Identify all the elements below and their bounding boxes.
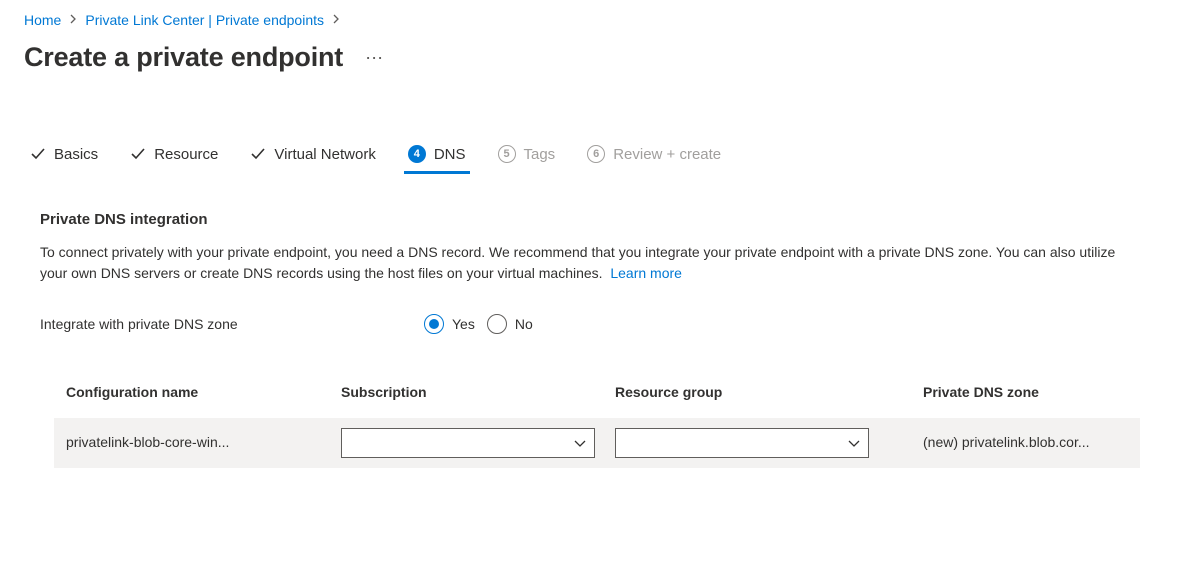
check-icon [250,146,266,162]
col-resource-group: Resource group [603,374,911,418]
table-row: privatelink-blob-core-win... [54,418,1140,468]
subscription-select[interactable] [341,428,595,458]
check-icon [30,146,46,162]
tab-label: Tags [524,146,556,163]
col-private-dns-zone: Private DNS zone [911,374,1140,418]
integrate-dns-label: Integrate with private DNS zone [40,316,400,332]
dns-config-table: Configuration name Subscription Resource… [54,374,1140,468]
step-number-icon: 5 [498,145,516,163]
col-configuration-name: Configuration name [54,374,329,418]
breadcrumb: Home Private Link Center | Private endpo… [24,12,1156,28]
chevron-down-icon [574,435,586,451]
learn-more-link[interactable]: Learn more [610,265,682,281]
tab-review-create[interactable]: 6 Review + create [587,145,721,173]
tab-resource[interactable]: Resource [130,146,218,173]
col-subscription: Subscription [329,374,603,418]
radio-icon [424,314,444,334]
step-number-icon: 4 [408,145,426,163]
resource-group-select[interactable] [615,428,869,458]
tab-label: Resource [154,146,218,163]
tab-label: Basics [54,146,98,163]
section-heading-dns-integration: Private DNS integration [40,211,1140,228]
tab-tags[interactable]: 5 Tags [498,145,556,173]
check-icon [130,146,146,162]
section-description: To connect privately with your private e… [40,242,1140,284]
tab-dns[interactable]: 4 DNS [408,145,466,173]
tab-basics[interactable]: Basics [30,146,98,173]
radio-label: No [515,316,533,332]
more-icon[interactable]: ⋯ [361,45,389,71]
private-dns-zone-value: (new) privatelink.blob.cor... [923,434,1090,450]
tab-virtual-network[interactable]: Virtual Network [250,146,375,173]
wizard-tabs: Basics Resource Virtual Network 4 DNS 5 … [24,145,1156,173]
integrate-dns-radio-group: Yes No [424,314,533,334]
configuration-name-value: privatelink-blob-core-win... [66,434,229,450]
chevron-right-icon [332,13,340,27]
radio-yes[interactable]: Yes [424,314,475,334]
step-number-icon: 6 [587,145,605,163]
chevron-right-icon [69,13,77,27]
tab-label: Review + create [613,146,721,163]
radio-no[interactable]: No [487,314,533,334]
radio-label: Yes [452,316,475,332]
breadcrumb-home[interactable]: Home [24,12,61,28]
page-title: Create a private endpoint [24,42,343,73]
chevron-down-icon [848,435,860,451]
tab-label: Virtual Network [274,146,375,163]
radio-icon [487,314,507,334]
tab-label: DNS [434,146,466,163]
breadcrumb-private-link-center[interactable]: Private Link Center | Private endpoints [85,12,324,28]
